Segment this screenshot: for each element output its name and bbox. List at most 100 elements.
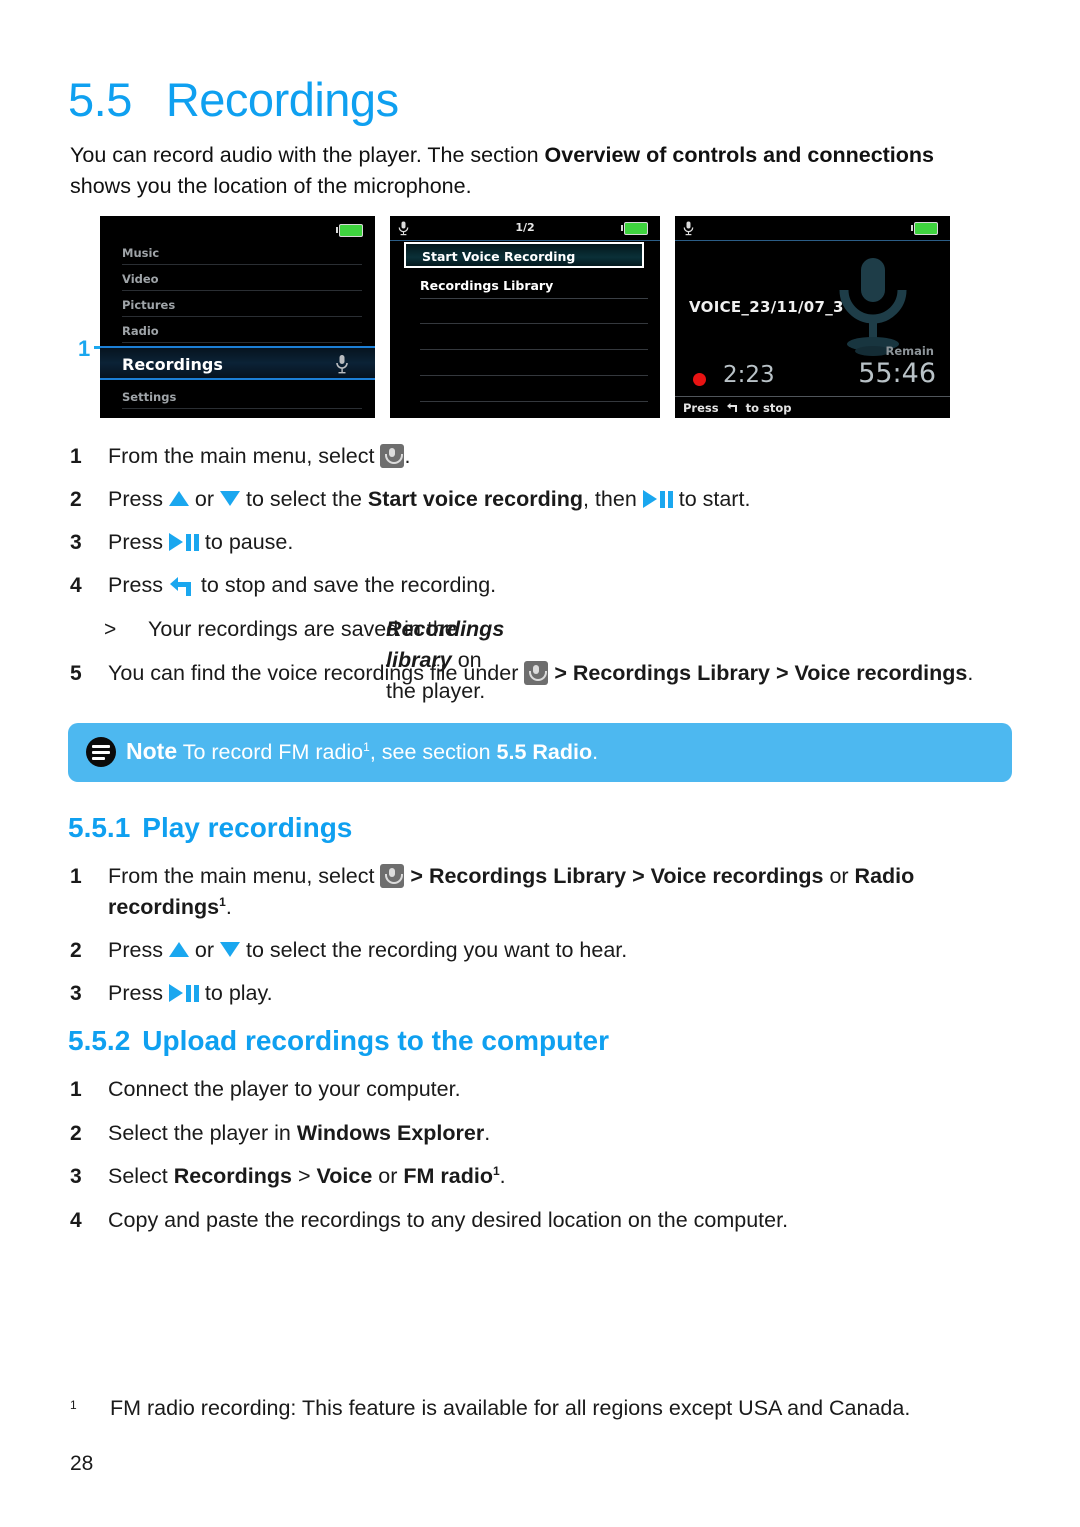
section-551-title: Play recordings: [142, 812, 353, 843]
step-text: You can find the voice recordings file u…: [108, 658, 988, 689]
battery-icon: [336, 224, 363, 237]
play-pause-icon: [642, 490, 673, 509]
step-number: 3: [70, 531, 82, 554]
intro-bold-2: connections: [807, 143, 935, 167]
step-mid: or: [823, 864, 855, 888]
step-bold-1: Recordings: [173, 1164, 293, 1188]
play-pause-icon: [168, 533, 199, 552]
section-551-number: 5.5.1: [68, 812, 131, 843]
step-text: From the main menu, select > Recordings …: [108, 861, 988, 923]
play-pause-icon: [168, 984, 199, 1003]
step-text: Select the player in Windows Explorer.: [108, 1118, 988, 1149]
menu-item-settings[interactable]: Settings: [122, 386, 362, 409]
step-tail: .: [484, 1121, 491, 1145]
step-text: From the main menu, select .: [108, 441, 988, 472]
section-552-heading: 5.5.2 Upload recordings to the computer: [68, 1025, 609, 1057]
step-text: Press to pause.: [108, 527, 988, 558]
menu-item-radio[interactable]: Radio: [122, 320, 362, 343]
note-label: Note: [126, 738, 178, 764]
step-text-part: .: [404, 444, 411, 468]
device-screen-recording: VOICE_23/11/07_3 Remain 2:23 55:46 Press…: [675, 216, 950, 418]
footnote-text: FM radio recording: This feature is avai…: [110, 1396, 911, 1420]
footnote-marker: 1: [70, 1398, 77, 1412]
menu-item-pictures[interactable]: Pictures: [122, 294, 362, 317]
footnote-marker: 1: [219, 894, 226, 909]
note-text: Note To record FM radio1, see section 5.…: [126, 738, 598, 765]
microphone-icon: [336, 355, 348, 374]
screen3-header: [675, 216, 950, 241]
step-tail: .: [225, 895, 232, 919]
step-text: Press or to select the Start voice recor…: [108, 484, 988, 515]
step-text-part: to start.: [672, 487, 751, 511]
step-text-part: to pause.: [198, 530, 294, 554]
step-text: Connect the player to your computer.: [108, 1077, 461, 1101]
menu-item-recordings-label: Recordings: [122, 355, 223, 374]
step-number: 1: [70, 1078, 82, 1101]
step-bold-part: Start voice recording: [367, 487, 583, 511]
footer-suffix: to stop: [745, 401, 792, 415]
page-title: 5.5 Recordings: [68, 72, 399, 127]
note-icon: [86, 737, 116, 767]
step-text-part: Press: [108, 487, 169, 511]
step-text-part: From the main menu, select: [108, 444, 381, 468]
step-sep: >: [292, 1164, 317, 1188]
page-number: 28: [70, 1452, 94, 1475]
step-text: Copy and paste the recordings to any des…: [108, 1208, 789, 1232]
footer-prefix: Press: [683, 401, 719, 415]
step-number: 5: [70, 662, 82, 685]
step5-sep-1: >: [548, 661, 573, 685]
elapsed-time: 2:23: [723, 362, 775, 388]
intro-text-2: shows you the location of the microphone…: [70, 174, 472, 198]
menu-item-recordings[interactable]: Recordings: [100, 346, 375, 380]
screen2-empty-row: [420, 401, 648, 402]
step5-lead: You can find the voice recordings file u…: [108, 661, 525, 685]
screen3-footer-hint: Press to stop: [675, 396, 950, 418]
step5-bold-2: Voice recordings: [794, 661, 968, 685]
record-indicator-icon: [693, 373, 706, 386]
note-text-a: To record FM radio: [177, 740, 364, 764]
step-bold-2: Voice recordings: [650, 864, 824, 888]
down-arrow-icon: [220, 942, 241, 957]
menu-item-now-playing[interactable]: Now playing: [122, 412, 362, 418]
mic-icon: [380, 444, 405, 468]
step-bold-2: Voice: [316, 1164, 373, 1188]
step-text-part: Press: [108, 530, 169, 554]
step-number: 2: [70, 939, 82, 962]
callout-marker-1: 1: [78, 336, 112, 362]
intro-bold-1: Overview of controls and: [544, 143, 802, 167]
step-number: 3: [70, 982, 82, 1005]
step-tail: to select the recording you want to hear…: [240, 938, 628, 962]
remain-label: Remain: [885, 344, 934, 358]
footnote-marker: 1: [363, 739, 370, 754]
menu-item-video[interactable]: Video: [122, 268, 362, 291]
step-bold: Windows Explorer: [296, 1121, 485, 1145]
note-text-bold: 5.5 Radio: [496, 740, 593, 764]
section-title: Recordings: [165, 73, 399, 126]
step-text: Select Recordings > Voice or FM radio1.: [108, 1161, 988, 1192]
step-bold-3: FM radio: [403, 1164, 493, 1188]
section-number: 5.5: [68, 73, 132, 126]
note-text-b: , see section: [369, 740, 497, 764]
remaining-time: 55:46: [858, 358, 936, 389]
step-text-part: to stop and save the recording.: [194, 573, 497, 597]
note-callout: Note To record FM radio1, see section 5.…: [68, 723, 1012, 782]
screen2-item-recordings-library[interactable]: Recordings Library: [420, 274, 648, 299]
up-arrow-icon: [168, 491, 189, 506]
screen2-empty-row: [420, 323, 648, 324]
note-text-d: .: [592, 740, 599, 764]
step-text-part: Press: [108, 573, 169, 597]
device-screen-main-menu: Music Video Pictures Radio Recordings Se…: [100, 216, 375, 418]
callout-number: 1: [78, 336, 91, 361]
battery-icon: [621, 222, 648, 235]
step5-tail: .: [967, 661, 974, 685]
section-552-title: Upload recordings to the computer: [142, 1025, 609, 1056]
step-text-part: to select the: [240, 487, 368, 511]
step-sep: >: [626, 864, 651, 888]
recording-file-name: VOICE_23/11/07_3: [689, 298, 844, 316]
screen2-empty-row: [420, 349, 648, 350]
screen2-item-start-voice-recording[interactable]: Start Voice Recording: [404, 242, 644, 268]
step-sep: >: [404, 864, 429, 888]
step-number: 1: [70, 865, 82, 888]
mic-icon: [524, 661, 549, 685]
menu-item-music[interactable]: Music: [122, 242, 362, 265]
